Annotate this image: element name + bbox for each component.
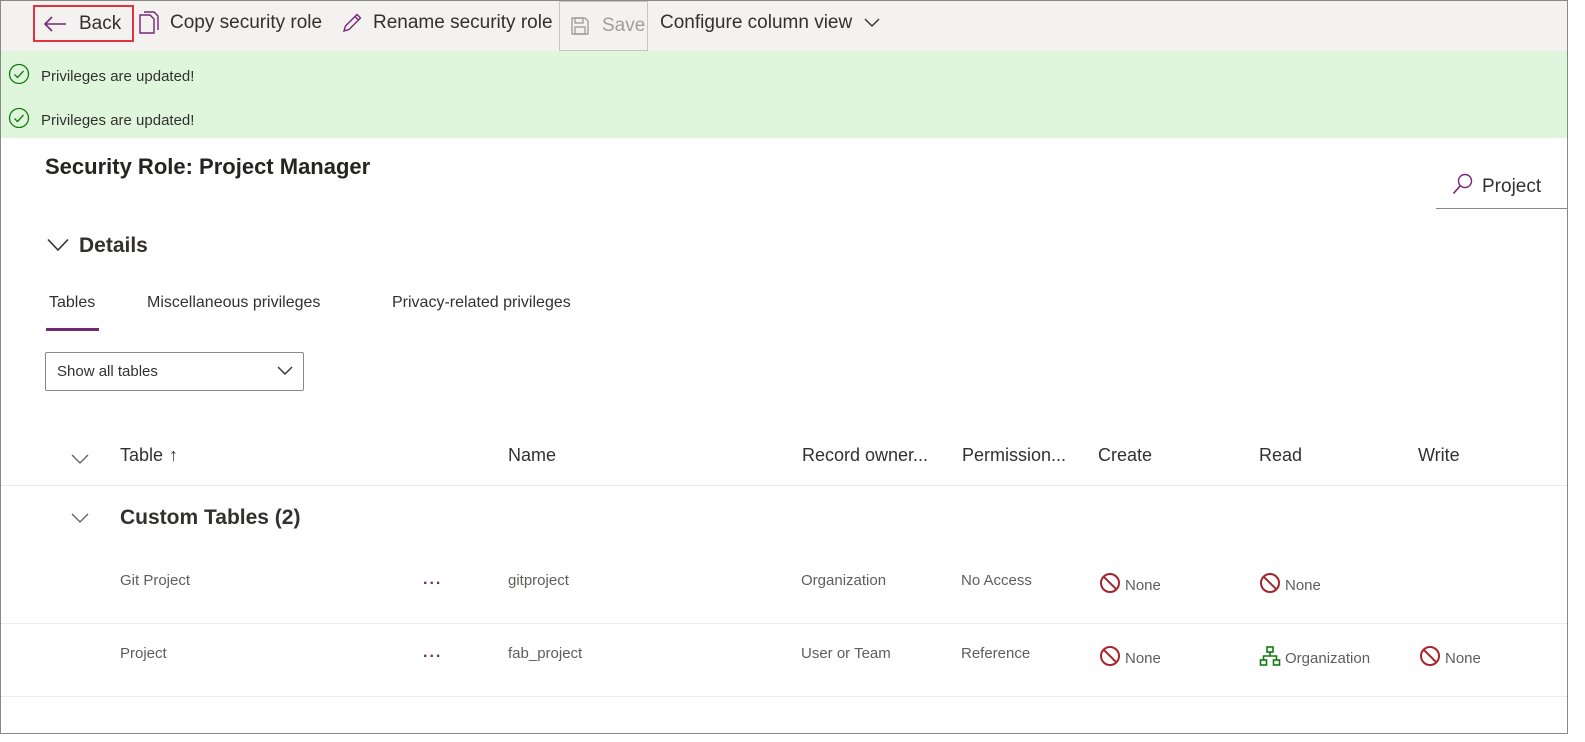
notification-area: Privileges are updated! Privileges are u… <box>1 51 1567 138</box>
tab-privacy-related-privileges[interactable]: Privacy-related privileges <box>392 294 571 312</box>
back-arrow-icon <box>43 15 67 33</box>
chevron-down-icon <box>277 363 293 380</box>
row-table-name[interactable]: Project <box>120 645 167 662</box>
row-create-privilege[interactable]: None <box>1099 645 1161 671</box>
row-read-privilege[interactable]: None <box>1259 572 1321 598</box>
none-access-icon <box>1099 572 1121 598</box>
rename-label: Rename security role <box>373 12 553 33</box>
row-more-options-button[interactable]: ... <box>423 644 442 662</box>
row-table-name[interactable]: Git Project <box>120 572 190 589</box>
none-access-icon <box>1419 645 1441 671</box>
privilege-level-label: None <box>1285 576 1321 594</box>
row-more-options-button[interactable]: ... <box>423 571 442 589</box>
copy-icon <box>138 11 160 35</box>
sort-ascending-icon: ↑ <box>169 445 179 465</box>
none-access-icon <box>1259 572 1281 598</box>
column-header-read[interactable]: Read <box>1259 445 1302 466</box>
row-permission-setting[interactable]: Reference <box>961 645 1030 662</box>
chevron-down-icon <box>47 234 69 258</box>
rename-security-role-button[interactable]: Rename security role <box>341 1 553 45</box>
row-write-privilege[interactable]: None <box>1419 645 1481 671</box>
chevron-down-icon <box>864 18 880 28</box>
back-button[interactable]: Back <box>33 5 134 42</box>
group-title: Custom Tables (2) <box>120 506 301 529</box>
copy-label: Copy security role <box>170 12 323 33</box>
header-divider <box>1 485 1567 486</box>
tab-tables[interactable]: Tables <box>49 294 95 312</box>
page-title: Security Role: Project Manager <box>45 154 371 179</box>
group-collapse-toggle[interactable] <box>71 511 89 529</box>
row-record-owner: Organization <box>801 572 887 589</box>
row-logical-name: gitproject <box>508 572 569 589</box>
tab-miscellaneous-privileges[interactable]: Miscellaneous privileges <box>147 294 320 312</box>
privilege-level-label: None <box>1125 576 1161 594</box>
details-label: Details <box>79 234 148 257</box>
row-logical-name: fab_project <box>508 645 583 662</box>
success-check-icon <box>8 63 30 89</box>
command-bar: Back Copy security role Rename security … <box>1 1 1567 51</box>
security-role-page: Back Copy security role Rename security … <box>0 0 1568 734</box>
success-check-icon <box>8 107 30 133</box>
dropdown-value: Show all tables <box>57 363 158 380</box>
save-button[interactable]: Save <box>559 1 648 51</box>
back-label: Back <box>79 12 122 34</box>
row-create-privilege[interactable]: None <box>1099 572 1161 598</box>
row-divider <box>1 623 1567 624</box>
notification-text: Privileges are updated! <box>41 67 195 85</box>
chevron-down-icon <box>71 511 89 528</box>
table-filter-dropdown[interactable]: Show all tables <box>45 352 304 391</box>
search-value: Project <box>1482 176 1542 197</box>
copy-security-role-button[interactable]: Copy security role <box>138 1 322 45</box>
row-record-owner: User or Team <box>801 645 891 662</box>
save-label: Save <box>602 15 646 36</box>
column-header-create[interactable]: Create <box>1098 445 1152 466</box>
pencil-icon <box>341 12 363 34</box>
chevron-down-icon <box>71 449 89 470</box>
configure-column-view-button[interactable]: Configure column view <box>660 1 880 45</box>
column-header-record-owner[interactable]: Record owner... <box>802 445 928 466</box>
privilege-level-label: Organization <box>1285 649 1371 667</box>
notification-text: Privileges are updated! <box>41 111 195 129</box>
selected-tab-indicator <box>46 328 99 331</box>
column-header-table[interactable]: Table ↑ <box>120 445 178 466</box>
privilege-level-label: None <box>1125 649 1161 667</box>
privilege-level-label: None <box>1445 649 1481 667</box>
column-header-write[interactable]: Write <box>1418 445 1460 466</box>
success-notification: Privileges are updated! <box>8 63 194 89</box>
search-box[interactable]: Project <box>1436 166 1567 209</box>
row-divider <box>1 696 1567 697</box>
row-read-privilege[interactable]: Organization <box>1259 645 1370 671</box>
save-icon <box>570 16 590 36</box>
collapse-all-toggle[interactable] <box>71 449 89 470</box>
details-toggle[interactable]: Details <box>47 234 148 258</box>
organization-hierarchy-icon <box>1259 645 1281 671</box>
success-notification: Privileges are updated! <box>8 107 194 133</box>
search-icon <box>1452 173 1474 201</box>
column-header-label: Table <box>120 445 164 465</box>
configure-label: Configure column view <box>660 12 853 33</box>
column-header-permission[interactable]: Permission... <box>962 445 1066 466</box>
column-header-name[interactable]: Name <box>508 445 556 466</box>
none-access-icon <box>1099 645 1121 671</box>
row-permission-setting[interactable]: No Access <box>961 572 1032 589</box>
